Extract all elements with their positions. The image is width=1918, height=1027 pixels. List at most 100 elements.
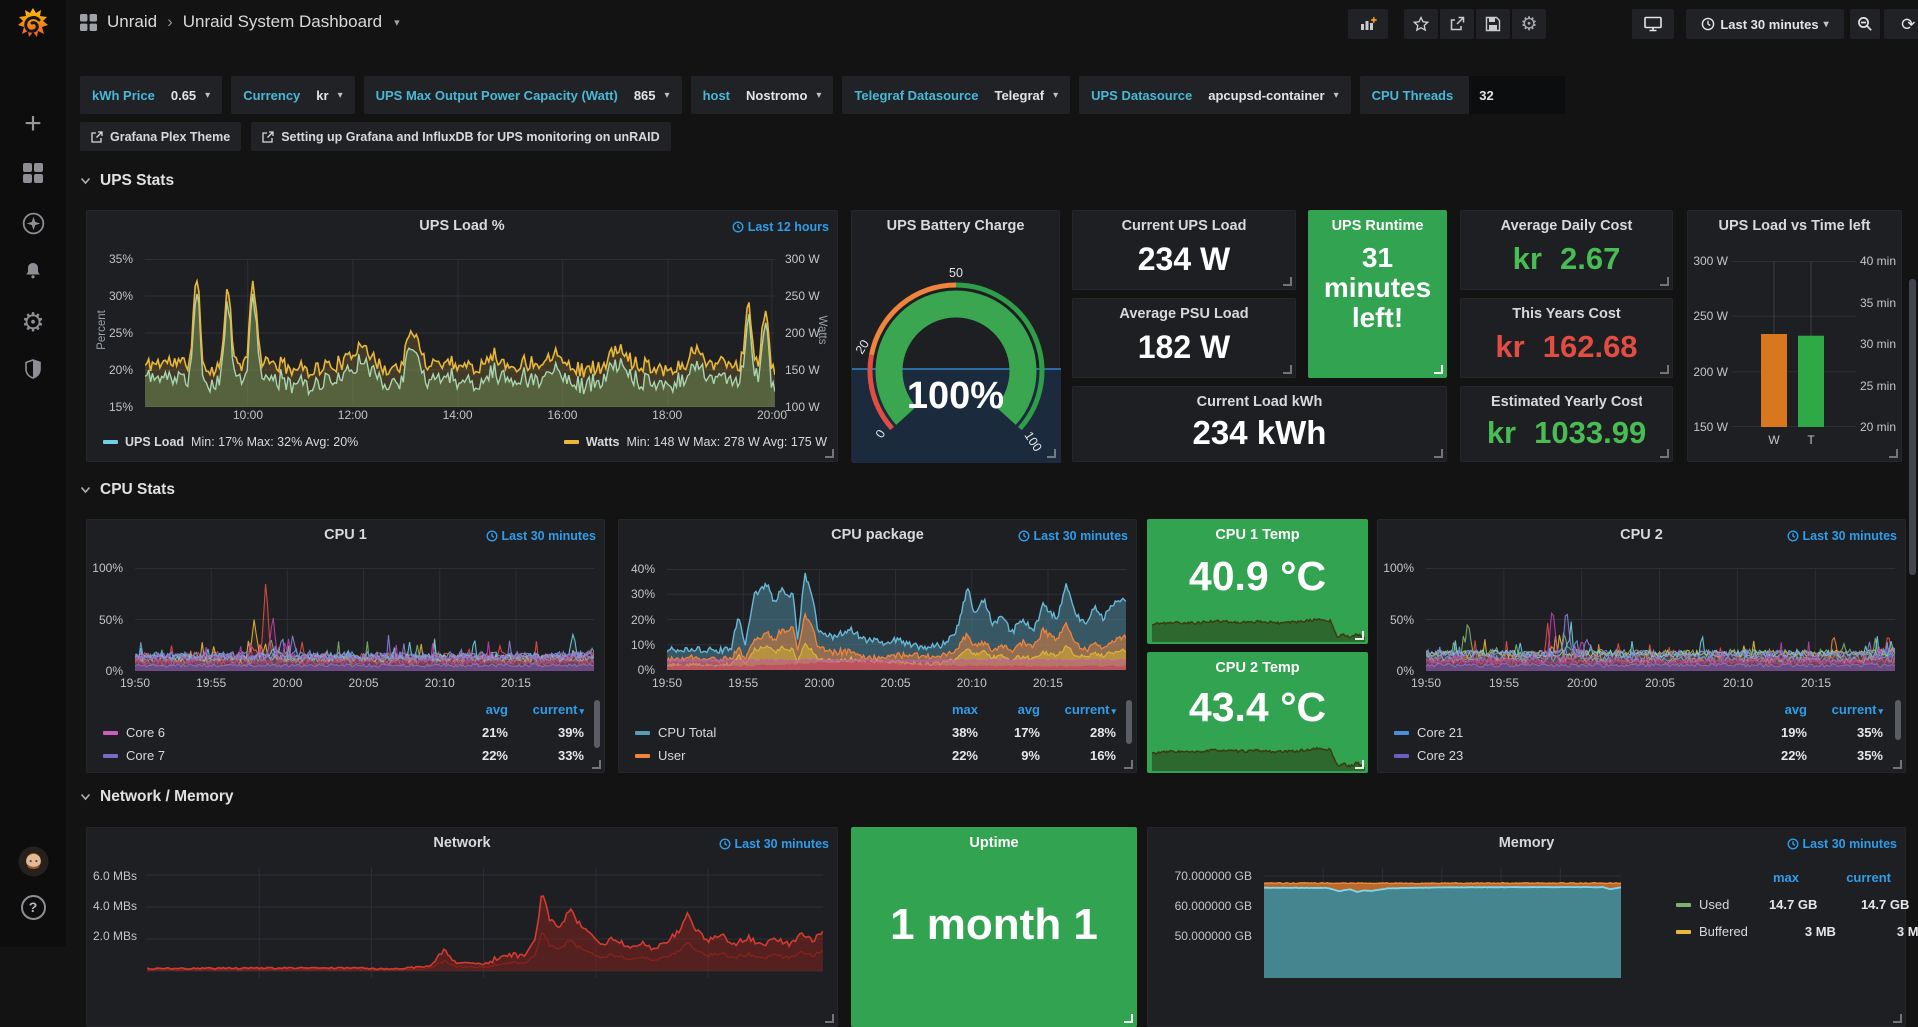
legend-series[interactable]: User bbox=[635, 748, 916, 763]
cpu-package-chart[interactable] bbox=[667, 569, 1126, 670]
legend-col-max[interactable]: max bbox=[1711, 870, 1799, 885]
legend-col-current[interactable]: current▾ bbox=[1807, 702, 1883, 717]
panel-resize-handle[interactable] bbox=[1283, 365, 1292, 374]
legend-scrollbar[interactable] bbox=[594, 700, 600, 748]
panel-title[interactable]: Current Load kWh bbox=[1103, 394, 1416, 410]
panel-resize-handle[interactable] bbox=[1893, 760, 1902, 769]
panel-resize-handle[interactable] bbox=[1047, 449, 1056, 458]
panel-title[interactable]: UPS Runtime bbox=[1315, 218, 1440, 234]
panel-title[interactable]: UPS Load vs Time left bbox=[1692, 218, 1897, 234]
panel-time-range[interactable]: Last 30 minutes bbox=[1787, 529, 1897, 543]
panel-resize-handle[interactable] bbox=[1434, 365, 1443, 374]
refresh-icon[interactable]: ⟳ bbox=[1901, 16, 1915, 33]
panel-title[interactable]: Average PSU Load bbox=[1103, 306, 1265, 322]
link-grafana-plex-theme[interactable]: Grafana Plex Theme bbox=[80, 122, 241, 151]
legend-col-avg[interactable]: avg bbox=[1743, 702, 1807, 717]
variable-ups-datasource[interactable]: UPS Datasource apcupsd-container ▾ bbox=[1079, 76, 1350, 114]
panel-resize-handle[interactable] bbox=[1660, 277, 1669, 286]
legend-col-avg[interactable]: avg bbox=[978, 702, 1040, 717]
ups-load-chart[interactable] bbox=[145, 259, 775, 407]
zoom-out-button[interactable] bbox=[1850, 9, 1880, 39]
panel-resize-handle[interactable] bbox=[1124, 1014, 1133, 1023]
legend-scrollbar[interactable] bbox=[1126, 700, 1132, 744]
variable-value[interactable]: kr bbox=[316, 88, 328, 103]
configuration-gear-icon[interactable]: ⚙ bbox=[0, 308, 66, 336]
variable-value[interactable]: Telegraf bbox=[994, 88, 1044, 103]
panel-title[interactable]: This Years Cost bbox=[1491, 306, 1642, 322]
star-dashboard-button[interactable] bbox=[1404, 9, 1438, 39]
dashboards-grid-icon[interactable] bbox=[0, 160, 66, 186]
variable-telegraf-datasource[interactable]: Telegraf Datasource Telegraf ▾ bbox=[842, 76, 1070, 114]
variable-value[interactable]: apcupsd-container bbox=[1208, 88, 1324, 103]
panel-title[interactable]: UPS Battery Charge bbox=[860, 218, 1051, 234]
panel-title[interactable]: Average Daily Cost bbox=[1491, 218, 1642, 234]
alerting-bell-icon[interactable] bbox=[0, 258, 66, 284]
time-range-picker[interactable]: Last 30 minutes ▾ bbox=[1686, 9, 1844, 39]
panel-time-range[interactable]: Last 30 minutes bbox=[1018, 529, 1128, 543]
panel-title[interactable]: Uptime bbox=[882, 835, 1106, 851]
battery-gauge[interactable]: 50 20 0 100 bbox=[852, 237, 1061, 463]
panel-resize-handle[interactable] bbox=[1283, 277, 1292, 286]
panel-title[interactable]: CPU 2 Temp bbox=[1178, 660, 1337, 676]
variable-ups-max-output[interactable]: UPS Max Output Power Capacity (Watt) 865… bbox=[364, 76, 682, 114]
panel-resize-handle[interactable] bbox=[1889, 449, 1898, 458]
dashboard-settings-gear-icon[interactable]: ⚙ bbox=[1512, 9, 1546, 39]
panel-title[interactable]: Memory bbox=[1178, 835, 1875, 851]
variable-host[interactable]: host Nostromo ▾ bbox=[691, 76, 834, 114]
panel-time-range[interactable]: Last 30 minutes bbox=[719, 837, 829, 851]
grafana-logo-icon[interactable] bbox=[14, 7, 52, 43]
ups-bar-chart[interactable] bbox=[1732, 261, 1856, 427]
panel-resize-handle[interactable] bbox=[1660, 449, 1669, 458]
legend-series[interactable]: Core 7 bbox=[103, 748, 444, 763]
variable-value[interactable]: 0.65 bbox=[171, 88, 196, 103]
breadcrumb-current[interactable]: Unraid System Dashboard bbox=[183, 12, 382, 32]
breadcrumb-root[interactable]: Unraid bbox=[107, 12, 157, 32]
variable-kwh-price[interactable]: kWh Price 0.65 ▾ bbox=[80, 76, 222, 114]
legend-col-current[interactable]: current▾ bbox=[1040, 702, 1116, 717]
panel-resize-handle[interactable] bbox=[1124, 760, 1133, 769]
link-ups-monitoring-guide[interactable]: Setting up Grafana and InfluxDB for UPS … bbox=[251, 122, 670, 151]
variable-currency[interactable]: Currency kr ▾ bbox=[231, 76, 354, 114]
legend-series-ups-load[interactable]: UPS Load Min: 17% Max: 32% Avg: 20% bbox=[103, 435, 358, 449]
panel-title[interactable]: CPU 1 Temp bbox=[1178, 527, 1337, 543]
variable-value[interactable]: Nostromo bbox=[746, 88, 807, 103]
panel-resize-handle[interactable] bbox=[592, 760, 601, 769]
panel-resize-handle[interactable] bbox=[1893, 1014, 1902, 1023]
cycle-view-monitor-icon[interactable] bbox=[1632, 9, 1674, 39]
share-dashboard-button[interactable] bbox=[1440, 9, 1474, 39]
user-avatar[interactable] bbox=[0, 845, 66, 877]
section-network-memory[interactable]: Network / Memory bbox=[80, 788, 234, 806]
create-plus-icon[interactable]: + bbox=[0, 108, 66, 140]
panel-title[interactable]: UPS Load % bbox=[117, 218, 807, 234]
panel-title[interactable]: Network bbox=[117, 835, 807, 851]
panel-title[interactable]: Estimated Yearly Cost bbox=[1491, 394, 1642, 410]
legend-col-avg[interactable]: avg bbox=[444, 702, 508, 717]
cpu1-chart[interactable] bbox=[135, 568, 594, 671]
cpu2-chart[interactable] bbox=[1426, 568, 1895, 671]
variable-value[interactable]: 865 bbox=[634, 88, 656, 103]
page-scrollbar[interactable] bbox=[1909, 279, 1916, 575]
legend-series-watts[interactable]: Watts Min: 148 W Max: 278 W Avg: 175 W bbox=[564, 435, 827, 449]
section-cpu-stats[interactable]: CPU Stats bbox=[80, 481, 175, 499]
panel-resize-handle[interactable] bbox=[1660, 365, 1669, 374]
panel-resize-handle[interactable] bbox=[825, 1014, 834, 1023]
add-panel-button[interactable] bbox=[1348, 9, 1388, 39]
server-admin-shield-icon[interactable] bbox=[0, 356, 66, 382]
panel-time-range[interactable]: Last 30 minutes bbox=[1787, 837, 1897, 851]
legend-scrollbar[interactable] bbox=[1895, 700, 1901, 740]
panel-resize-handle[interactable] bbox=[1355, 631, 1364, 640]
legend-series[interactable]: CPU Total bbox=[635, 725, 916, 740]
section-ups-stats[interactable]: UPS Stats bbox=[80, 172, 174, 190]
legend-col-current[interactable]: current bbox=[1799, 870, 1891, 885]
explore-compass-icon[interactable] bbox=[0, 210, 66, 236]
legend-series[interactable]: Core 6 bbox=[103, 725, 444, 740]
dashboard-picker-caret-icon[interactable]: ▾ bbox=[394, 16, 400, 29]
memory-chart[interactable] bbox=[1264, 868, 1621, 978]
legend-series[interactable]: Core 21 bbox=[1394, 725, 1743, 740]
cpu-threads-input[interactable] bbox=[1469, 76, 1565, 114]
legend-series[interactable]: Used bbox=[1676, 897, 1729, 912]
panel-title[interactable]: Current UPS Load bbox=[1103, 218, 1265, 234]
dashboard-grid-icon[interactable] bbox=[80, 14, 97, 31]
network-chart[interactable] bbox=[147, 868, 823, 978]
legend-series[interactable]: Core 23 bbox=[1394, 748, 1743, 763]
